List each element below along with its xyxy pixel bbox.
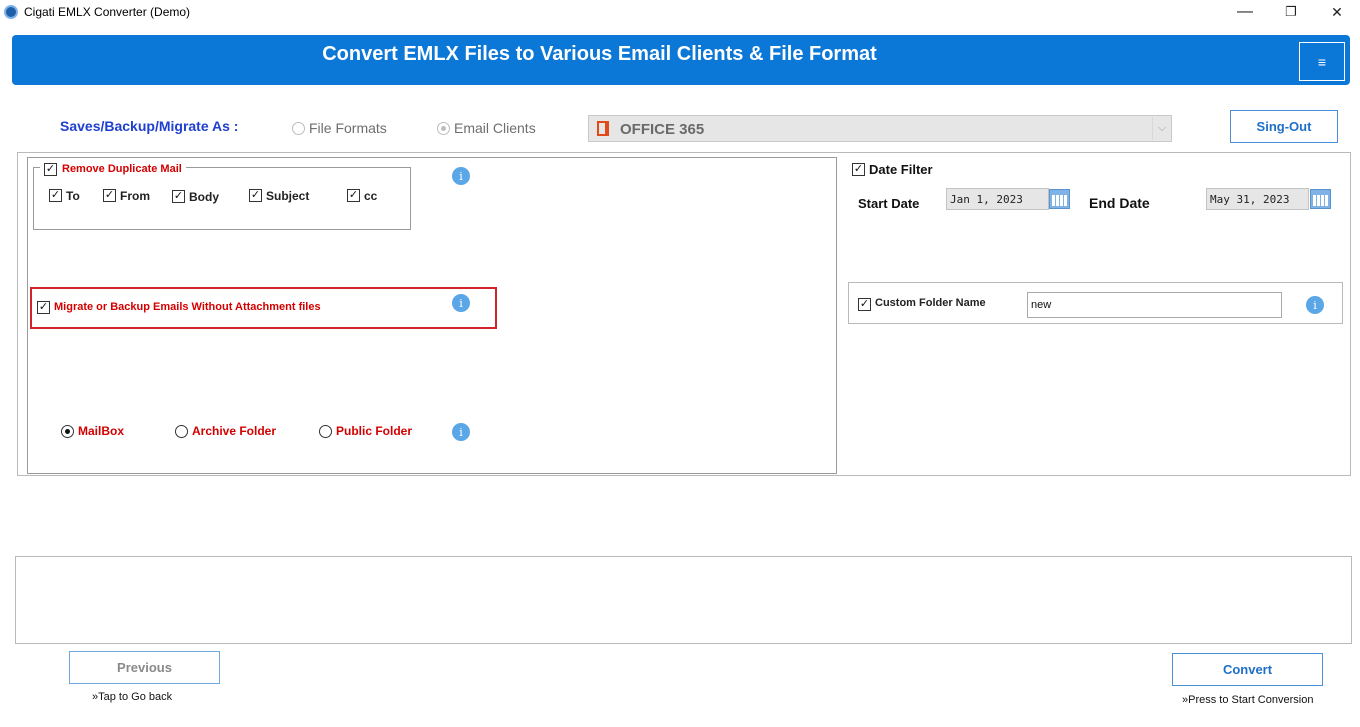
window-title: Cigati EMLX Converter (Demo) [24,5,191,19]
office365-icon [597,121,609,136]
from-checkbox[interactable]: ✓ [103,189,116,202]
to-checkbox[interactable]: ✓ [49,189,62,202]
sign-out-button[interactable]: Sing-Out [1230,110,1338,143]
custom-folder-label[interactable]: Custom Folder Name [875,297,986,309]
subject-checkbox[interactable]: ✓ [249,189,262,202]
attachment-info-icon[interactable]: i [452,294,470,312]
app-logo-icon [4,5,18,19]
duplicate-legend: ✓ Remove Duplicate Mail [40,161,186,177]
remove-duplicate-label[interactable]: Remove Duplicate Mail [62,163,182,175]
start-date-label: Start Date [858,196,920,211]
file-formats-radio[interactable] [292,122,305,135]
duplicate-info-icon[interactable]: i [452,167,470,185]
email-client-select[interactable]: OFFICE 365 ⌵ [588,115,1172,142]
date-filter-label[interactable]: Date Filter [869,162,933,177]
email-clients-label[interactable]: Email Clients [454,120,536,136]
public-folder-radio[interactable] [319,425,332,438]
custom-folder-info-icon[interactable]: i [1306,296,1324,314]
close-button[interactable]: ✕ [1314,0,1360,24]
from-label[interactable]: From [120,189,150,203]
app-window: Cigati EMLX Converter (Demo) — ❐ ✕ Conve… [0,0,1360,727]
custom-folder-input[interactable]: new [1027,292,1282,318]
previous-button[interactable]: Previous [69,651,220,684]
remove-duplicate-checkbox[interactable]: ✓ [44,162,57,176]
file-formats-label[interactable]: File Formats [309,120,387,136]
email-client-value: OFFICE 365 [620,121,705,138]
archive-folder-radio[interactable] [175,425,188,438]
minimize-button[interactable]: — [1222,0,1268,24]
cc-label[interactable]: cc [364,189,377,203]
menu-button[interactable]: ≡ [1299,42,1345,81]
convert-hint: »Press to Start Conversion [1182,694,1314,706]
email-clients-radio[interactable] [437,122,450,135]
log-area [15,556,1352,644]
hamburger-icon: ≡ [1317,53,1327,70]
subject-label[interactable]: Subject [266,189,309,203]
custom-folder-checkbox[interactable]: ✓ [858,298,871,311]
mailbox-label[interactable]: MailBox [78,424,124,438]
body-checkbox[interactable]: ✓ [172,190,185,203]
restore-button[interactable]: ❐ [1268,0,1314,24]
convert-button[interactable]: Convert [1172,653,1323,686]
without-attachment-checkbox[interactable]: ✓ [37,301,50,314]
to-label[interactable]: To [66,189,80,203]
body-label[interactable]: Body [189,190,219,204]
end-date-label: End Date [1089,195,1150,211]
archive-folder-label[interactable]: Archive Folder [192,424,276,438]
public-folder-label[interactable]: Public Folder [336,424,412,438]
save-as-label: Saves/Backup/Migrate As : [60,118,239,134]
calendar-icon[interactable] [1049,189,1070,209]
date-filter-checkbox[interactable]: ✓ [852,163,865,176]
without-attachment-label[interactable]: Migrate or Backup Emails Without Attachm… [54,301,321,313]
mailbox-radio[interactable] [61,425,74,438]
folder-info-icon[interactable]: i [452,423,470,441]
calendar-icon[interactable] [1310,189,1331,209]
previous-hint: »Tap to Go back [92,691,173,703]
title-bar: Cigati EMLX Converter (Demo) — ❐ ✕ [0,0,1360,26]
end-date-input[interactable]: May 31, 2023 [1206,188,1309,210]
start-date-input[interactable]: Jan 1, 2023 [946,188,1049,210]
header-banner: Convert EMLX Files to Various Email Clie… [12,35,1350,85]
banner-title: Convert EMLX Files to Various Email Clie… [322,43,877,65]
cc-checkbox[interactable]: ✓ [347,189,360,202]
chevron-down-icon[interactable]: ⌵ [1152,117,1171,140]
